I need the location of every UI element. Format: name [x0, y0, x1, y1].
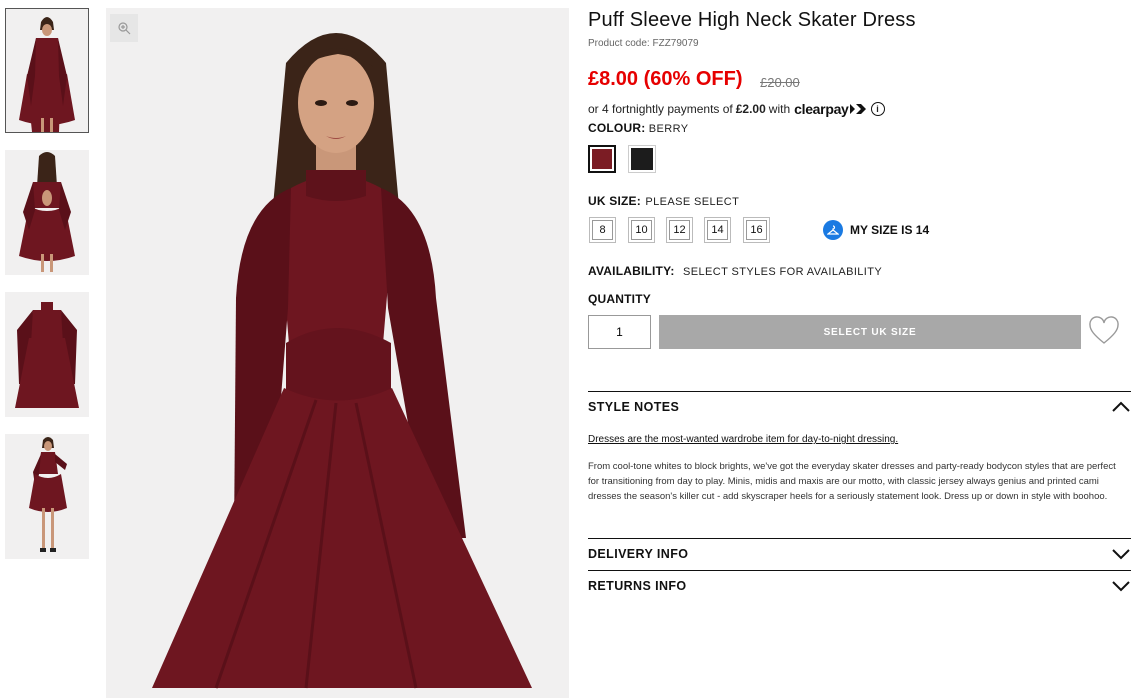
style-notes-title: STYLE NOTES: [588, 400, 680, 414]
quantity-label: QUANTITY: [588, 292, 651, 306]
add-to-bag-button[interactable]: SELECT UK SIZE: [659, 315, 1081, 349]
availability: AVAILABILITY: SELECT STYLES FOR AVAILABI…: [588, 262, 882, 280]
clearpay-logo: clearpay: [794, 101, 866, 117]
my-size-label: MY SIZE IS 14: [850, 223, 930, 237]
size-option-14[interactable]: 14: [704, 217, 731, 243]
quantity-input[interactable]: [588, 315, 651, 349]
size-option-label: 14: [707, 220, 728, 240]
thumbnail-full-length[interactable]: [5, 434, 89, 559]
hanger-icon: [823, 220, 843, 240]
availability-label: AVAILABILITY:: [588, 264, 675, 278]
product-main-image[interactable]: [106, 8, 569, 698]
thumbnail-front[interactable]: [5, 8, 89, 133]
chevron-down-icon: [1112, 549, 1130, 560]
colour-selected: BERRY: [648, 123, 689, 135]
divider: [588, 391, 1131, 392]
sale-price: £8.00 (60% OFF): [588, 68, 743, 90]
style-notes-header[interactable]: STYLE NOTES: [588, 396, 1131, 418]
size-label: UK SIZE: PLEASE SELECT: [588, 192, 739, 210]
size-option-10[interactable]: 10: [628, 217, 655, 243]
size-option-label: 10: [631, 220, 652, 240]
thumbnail-flatlay[interactable]: [5, 292, 89, 417]
thumbnail-flatlay-image: [15, 302, 79, 408]
style-notes-link[interactable]: Dresses are the most-wanted wardrobe ite…: [588, 434, 898, 445]
returns-info-title: RETURNS INFO: [588, 579, 687, 593]
thumbnail-gallery: [5, 8, 89, 576]
returns-info-header[interactable]: RETURNS INFO: [588, 575, 1131, 597]
clearpay-with: with: [768, 102, 791, 116]
style-notes-body: From cool-tone whites to block brights, …: [588, 461, 1116, 502]
original-price: £20.00: [760, 75, 800, 90]
clearpay-prefix: or 4 fortnightly payments of: [588, 102, 733, 116]
size-option-16[interactable]: 16: [743, 217, 770, 243]
model-photo: [152, 33, 532, 689]
divider: [588, 570, 1131, 571]
clearpay-amount: £2.00: [735, 102, 766, 116]
chevron-up-icon: [1112, 401, 1130, 412]
delivery-info-title: DELIVERY INFO: [588, 547, 689, 561]
size-option-label: 16: [746, 220, 767, 240]
thumbnail-front-image: [19, 17, 75, 132]
clearpay-message: or 4 fortnightly payments of £2.00 with …: [588, 101, 885, 117]
zoom-icon: [118, 22, 131, 35]
thumbnail-back-image: [19, 152, 75, 272]
divider: [588, 538, 1131, 539]
delivery-info-header[interactable]: DELIVERY INFO: [588, 543, 1131, 565]
size-option-label: 8: [592, 220, 613, 240]
colour-label-text: COLOUR:: [588, 121, 646, 135]
swatch-black[interactable]: [628, 145, 656, 173]
chevron-down-icon: [1112, 581, 1130, 592]
product-code: Product code: FZZ79079: [588, 38, 699, 49]
size-label-text: UK SIZE:: [588, 194, 641, 208]
swatch-berry[interactable]: [588, 145, 616, 173]
thumbnail-full-length-image: [29, 437, 67, 552]
size-option-label: 12: [669, 220, 690, 240]
clearpay-logo-text: clearpay: [794, 101, 849, 117]
thumbnail-back[interactable]: [5, 150, 89, 275]
product-title: Puff Sleeve High Neck Skater Dress: [588, 9, 916, 31]
swatch-berry-color: [592, 149, 612, 169]
info-icon[interactable]: i: [870, 102, 885, 116]
colour-label: COLOUR: BERRY: [588, 121, 688, 135]
clearpay-arrows-icon: [849, 104, 866, 114]
size-prompt: PLEASE SELECT: [645, 196, 740, 208]
availability-value: SELECT STYLES FOR AVAILABILITY: [683, 266, 883, 278]
zoom-button[interactable]: [110, 14, 138, 42]
size-option-12[interactable]: 12: [666, 217, 693, 243]
size-option-8[interactable]: 8: [589, 217, 616, 243]
my-size-button[interactable]: MY SIZE IS 14: [823, 220, 929, 240]
heart-icon[interactable]: [1088, 316, 1120, 346]
swatch-black-color: [631, 148, 653, 170]
